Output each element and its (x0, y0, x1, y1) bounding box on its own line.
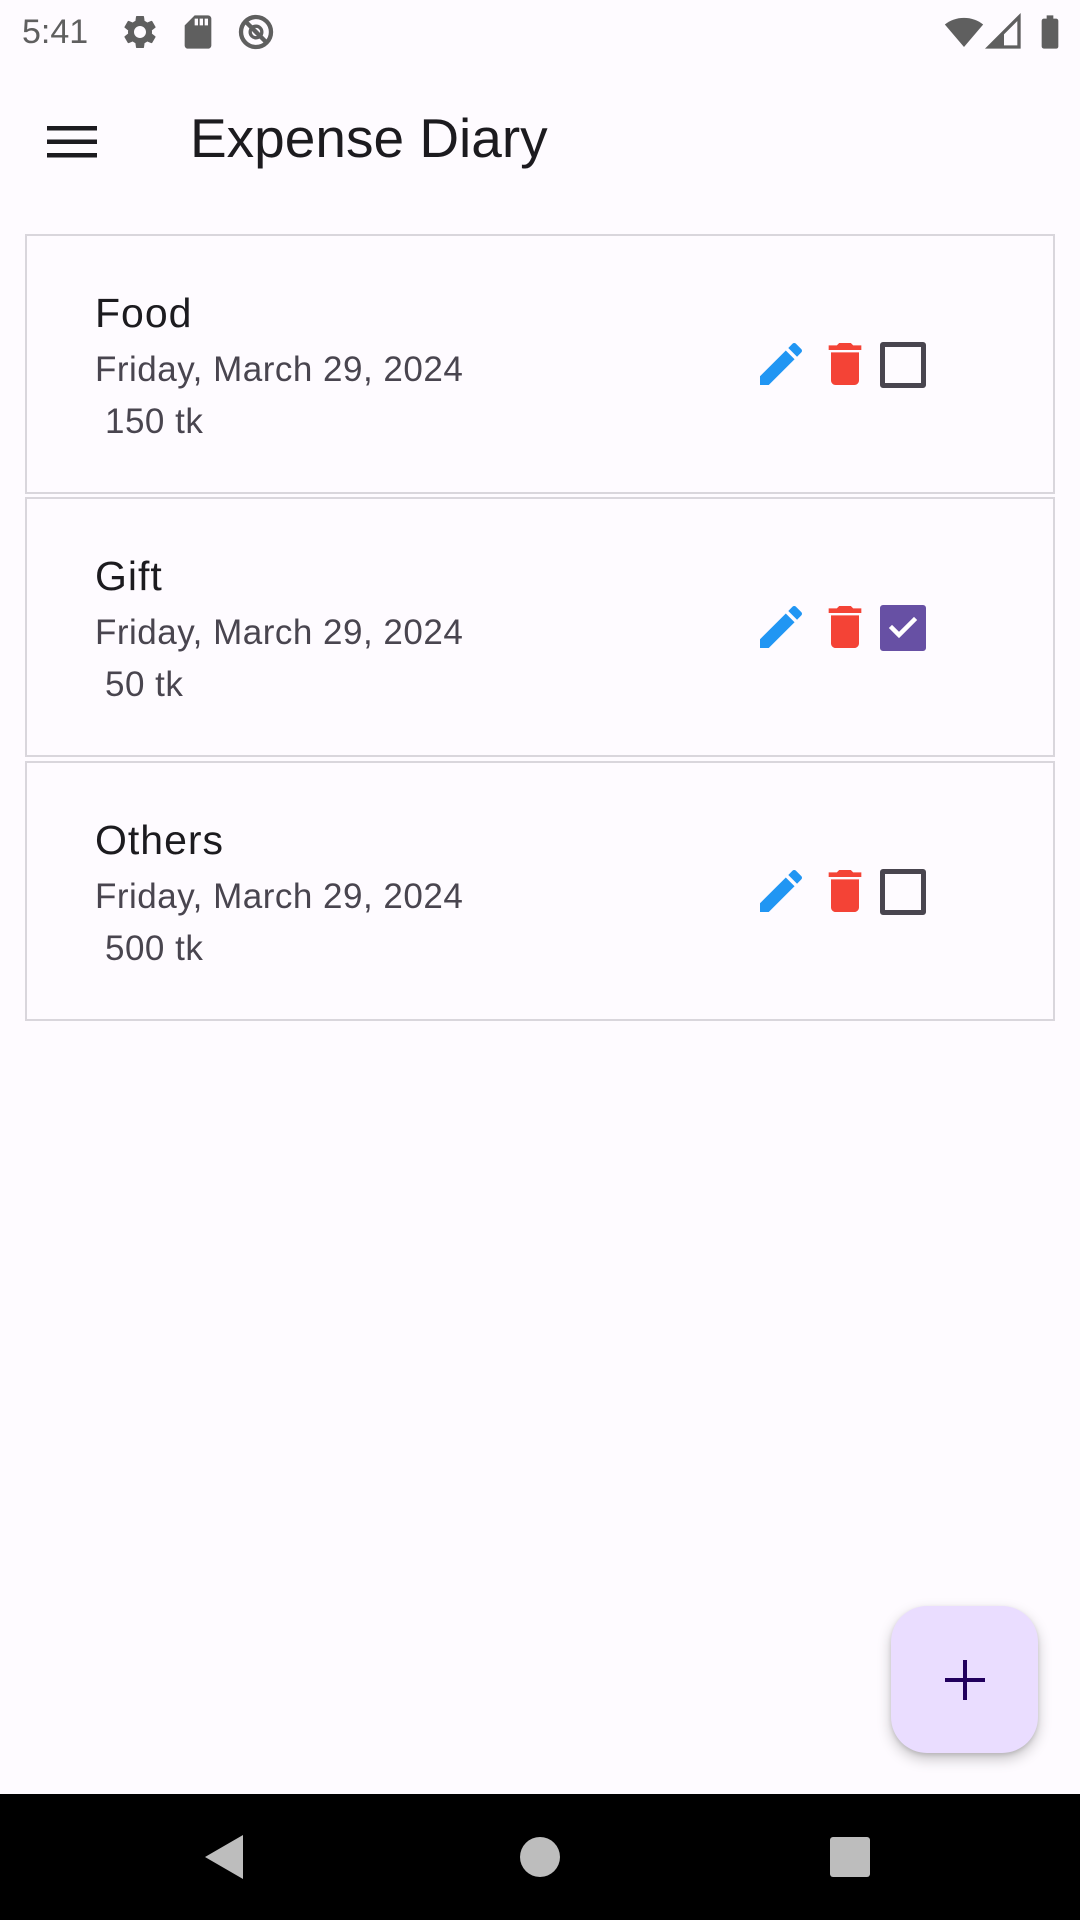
do-not-disturb-icon (238, 14, 274, 50)
expense-card: Food Friday, March 29, 2024 150 tk (25, 234, 1055, 494)
edit-button[interactable] (753, 863, 809, 919)
edit-button[interactable] (753, 599, 809, 655)
expense-date: Friday, March 29, 2024 (95, 877, 464, 916)
signal-icon (984, 12, 1021, 49)
expense-card: Others Friday, March 29, 2024 500 tk (25, 761, 1055, 1021)
pencil-icon (760, 342, 803, 385)
status-bar: 5:41 (0, 0, 1080, 64)
status-time: 5:41 (22, 13, 89, 51)
expense-title: Others (95, 817, 225, 863)
page-title: Expense Diary (190, 107, 548, 169)
expense-date: Friday, March 29, 2024 (95, 613, 464, 652)
expense-title: Food (95, 290, 193, 336)
edit-button[interactable] (753, 336, 809, 392)
expense-checkbox[interactable] (880, 342, 926, 388)
delete-button[interactable] (817, 336, 873, 392)
sd-card-icon (184, 15, 212, 49)
add-expense-button[interactable] (891, 1606, 1038, 1753)
pencil-icon (760, 869, 803, 912)
trash-icon (828, 343, 862, 385)
menu-button[interactable] (37, 112, 109, 172)
check-icon (888, 616, 918, 639)
settings-icon (124, 15, 156, 48)
recents-icon[interactable] (820, 1827, 880, 1887)
trash-icon (828, 606, 862, 648)
menu-icon (47, 126, 97, 158)
home-icon[interactable] (510, 1827, 570, 1887)
expense-checkbox[interactable] (880, 605, 926, 651)
trash-icon (828, 870, 862, 912)
wifi-icon (944, 17, 984, 47)
battery-icon (1041, 15, 1059, 49)
expense-amount: 50 tk (105, 665, 184, 704)
expense-amount: 500 tk (105, 929, 204, 968)
expense-title: Gift (95, 553, 163, 599)
delete-button[interactable] (817, 863, 873, 919)
add-icon (944, 1659, 985, 1700)
expense-date: Friday, March 29, 2024 (95, 350, 464, 389)
pencil-icon (760, 605, 803, 648)
expense-checkbox[interactable] (880, 869, 926, 915)
expense-amount: 150 tk (105, 402, 204, 441)
app-bar: Expense Diary (0, 64, 1080, 208)
delete-button[interactable] (817, 599, 873, 655)
navigation-bar (0, 1794, 1080, 1920)
back-icon[interactable] (195, 1827, 255, 1887)
expense-card: Gift Friday, March 29, 2024 50 tk (25, 497, 1055, 757)
